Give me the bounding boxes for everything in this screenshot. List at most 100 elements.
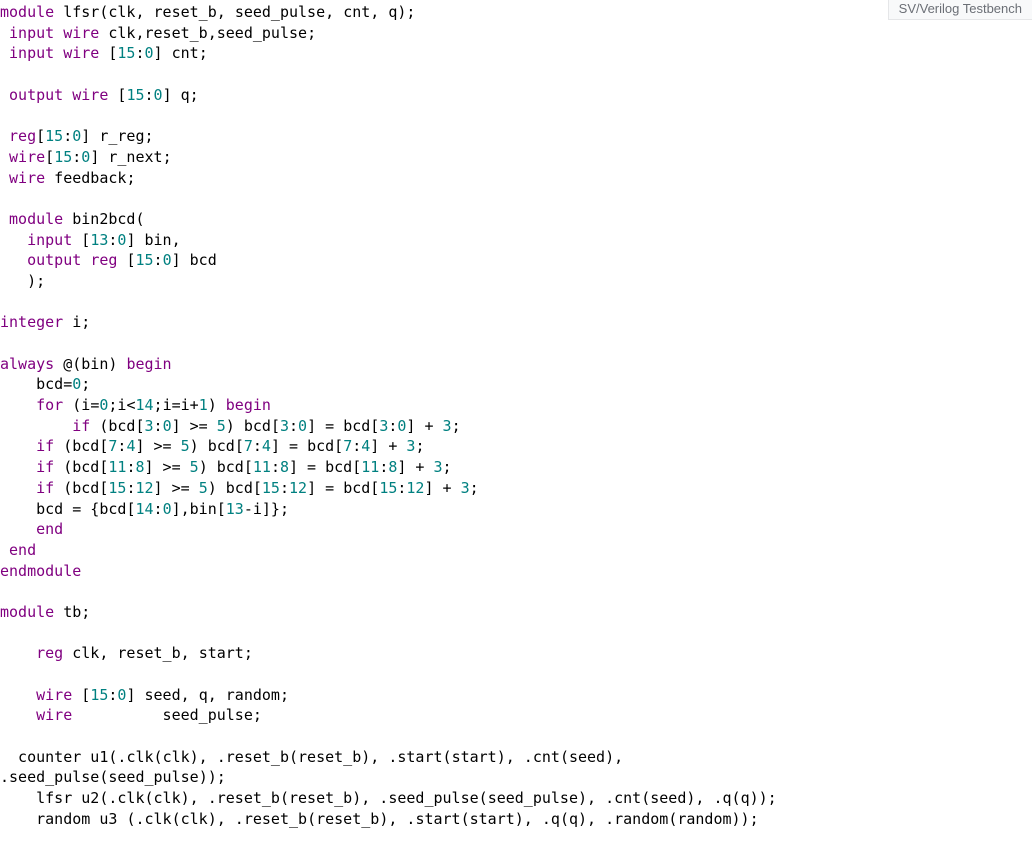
code-line: for (i=0;i<14;i=i+1) begin (0, 396, 271, 414)
code-token: ( (668, 810, 677, 828)
code-token: random u3 (0, 810, 126, 828)
code-token: lfsr (54, 3, 99, 21)
code-token: [ (334, 437, 343, 455)
code-token: [ (81, 231, 90, 249)
code-token: output (9, 86, 63, 104)
code-token: end (36, 520, 63, 538)
code-token: : (352, 437, 361, 455)
code-line: output reg [15:0] bcd (0, 251, 217, 269)
code-line: integer i; (0, 313, 90, 331)
code-line: if (bcd[3:0] >= 5) bcd[3:0] = bcd[3:0] +… (0, 417, 461, 435)
code-token: [ (217, 500, 226, 518)
code-line: end (0, 541, 36, 559)
code-token (54, 44, 63, 62)
code-token: 3 (145, 417, 154, 435)
code-token: ( (135, 210, 144, 228)
code-token: 0 (72, 127, 81, 145)
code-token: ] >= (135, 437, 180, 455)
code-token: 7 (343, 437, 352, 455)
code-token (0, 727, 18, 745)
code-token: 14 (135, 500, 153, 518)
code-token: seed (650, 789, 686, 807)
code-token: ( (172, 810, 181, 828)
code-token (63, 396, 72, 414)
code-token: 0 (298, 417, 307, 435)
code-token: seed_pulse (108, 768, 198, 786)
code-token: ; (81, 313, 90, 331)
code-token: : (154, 417, 163, 435)
code-token (54, 479, 63, 497)
code-token: 5 (199, 479, 208, 497)
code-token: reset_b (316, 810, 379, 828)
code-line: reg clk, reset_b, start; (0, 644, 253, 662)
code-token: ( (154, 748, 163, 766)
code-line: if (bcd[11:8] >= 5) bcd[11:8] = bcd[11:8… (0, 458, 452, 476)
code-line: bcd=0; (0, 375, 90, 393)
code-token: ] >= (145, 458, 190, 476)
code-token: input (27, 231, 72, 249)
code-token: clk (163, 748, 190, 766)
code-token: integer (0, 313, 63, 331)
code-token: start (470, 810, 515, 828)
code-token: ] + (397, 458, 433, 476)
code-token (54, 24, 63, 42)
code-token (0, 437, 36, 455)
code-token: clk (63, 644, 99, 662)
code-token: : (289, 417, 298, 435)
code-line: endmodule (0, 562, 81, 580)
code-token: seed (569, 748, 605, 766)
code-token: : (379, 458, 388, 476)
code-token: 0 (145, 44, 154, 62)
code-token: reg (36, 644, 63, 662)
code-token: ( (560, 810, 569, 828)
code-token: feedback (45, 169, 126, 187)
code-token: [ (244, 458, 253, 476)
code-token: ; (190, 86, 199, 104)
code-token: : (135, 44, 144, 62)
code-token: if (72, 417, 90, 435)
code-token: 4 (361, 437, 370, 455)
code-token: , (208, 24, 217, 42)
code-token (90, 417, 99, 435)
code-line (0, 727, 18, 745)
code-token: ), . (686, 789, 722, 807)
code-token: i (181, 396, 190, 414)
code-token: )); (732, 810, 759, 828)
code-token (0, 582, 9, 600)
code-token: = (172, 396, 181, 414)
code-token: reg (9, 127, 36, 145)
code-token: 15 (45, 127, 63, 145)
code-token: bcd (343, 417, 370, 435)
code-token: start (415, 810, 460, 828)
code-token: ; (126, 169, 135, 187)
code-token: 15 (126, 86, 144, 104)
code-token: q (199, 686, 208, 704)
code-line (0, 106, 9, 124)
code-token: ], (172, 500, 190, 518)
code-token (0, 231, 27, 249)
code-token (0, 665, 18, 683)
code-token: if (36, 479, 54, 497)
code-token (0, 479, 36, 497)
code-token: 1 (199, 396, 208, 414)
code-token: bin (81, 355, 108, 373)
code-token: start (397, 748, 442, 766)
code-token: 5 (181, 437, 190, 455)
code-token: , (370, 3, 388, 21)
code-token: 4 (262, 437, 271, 455)
code-token: ( (560, 748, 569, 766)
code-token: , (217, 3, 235, 21)
code-token: + (190, 396, 199, 414)
code-token: ( (732, 789, 741, 807)
code-token: begin (126, 355, 171, 373)
code-token: ; (443, 458, 452, 476)
code-token: ), . (497, 748, 533, 766)
code-token: 15 (379, 479, 397, 497)
code-token: ; (81, 375, 90, 393)
code-line: if (bcd[7:4] >= 5) bcd[7:4] = bcd[7:4] +… (0, 437, 424, 455)
code-token: ; (280, 686, 289, 704)
code-token: ] = (307, 479, 343, 497)
code-token: ), . (379, 810, 415, 828)
code-token: end (9, 541, 36, 559)
code-token: [ (235, 437, 244, 455)
